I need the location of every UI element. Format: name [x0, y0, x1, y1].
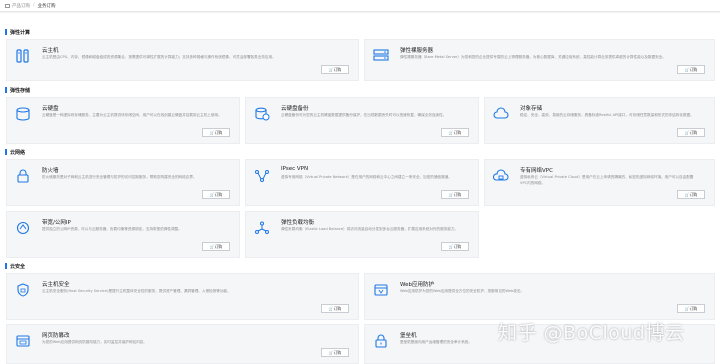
product-card-waf[interactable]: Web应用防护 Web应用防护为您的Web应用提供全方位的安全防护，抵御常见的W… — [364, 273, 715, 320]
section-title-text: 弹性计算 — [10, 29, 31, 36]
card-title: 对象存储 — [520, 106, 543, 112]
card-description: 提供独立的公网IP资源，可以与云服务器、负载均衡等资源绑定，支持带宽的弹性调整。 — [42, 227, 182, 231]
order-button[interactable]: 🛒 订购 — [202, 190, 230, 199]
card-title: 带宽/公网IP — [42, 220, 71, 226]
order-button-label: 订购 — [453, 243, 462, 249]
product-card-object-storage[interactable]: 对象存储 稳定、安全、高效、易用的云存储服务，具备标准Restful API接口… — [484, 97, 715, 144]
web-tamper-icon — [16, 335, 30, 347]
order-button[interactable]: 🛒 订购 — [202, 242, 230, 251]
order-button[interactable]: 🛒 订购 — [441, 190, 469, 199]
order-button[interactable]: 🛒 订购 — [677, 304, 705, 313]
card-description: 弹性负载均衡（Elastic Load Balance）将访问流量自动分发到多台… — [281, 227, 459, 231]
order-button-label: 订购 — [214, 191, 223, 197]
card-description: 为您的Web应用提供网页防篡改能力，实时监控并保护网站内容。 — [42, 340, 147, 344]
section-title-text: 云安全 — [10, 263, 26, 270]
section-accent-bar — [5, 149, 7, 155]
product-card-load-balancer[interactable]: 弹性负载均衡 弹性负载均衡（Elastic Load Balance）将访问流量… — [245, 211, 479, 258]
disk-backup-icon — [255, 107, 270, 121]
product-card-ipsec-vpn[interactable]: IPsec VPN 虚拟专用网络（Virtual Private Network… — [245, 159, 479, 206]
breadcrumb-item-business-order: 业务订购 — [37, 3, 56, 9]
breadcrumb: 产品订购 / 业务订购 — [0, 0, 720, 12]
order-button-label: 订购 — [333, 305, 342, 311]
bare-metal-icon — [373, 49, 389, 61]
firewall-icon — [17, 169, 29, 183]
section-title-text: 云网络 — [10, 149, 26, 156]
order-button-label: 订购 — [214, 243, 223, 249]
card-title: 堡垒机 — [400, 333, 417, 339]
order-button-label: 订购 — [453, 191, 462, 197]
product-card-host-security[interactable]: 云主机安全 云主机安全服务(Host Security Service)是提升主… — [6, 273, 359, 320]
breadcrumb-item-product-order[interactable]: 产品订购 — [12, 3, 30, 9]
card-title: Web应用防护 — [400, 282, 434, 288]
card-description: 虚拟专用网络（Virtual Private Network）是在用户的网络和云… — [281, 175, 452, 179]
order-button-label: 订购 — [689, 66, 698, 72]
card-description: 云主机是由CPU、内存、镜像和磁盘组成的资源集合，按需提供可弹性扩展的计算能力；… — [42, 55, 276, 59]
order-button[interactable]: 🛒 订购 — [321, 348, 349, 357]
product-card-bare-metal[interactable]: 弹性裸服务器 弹性裸服务器（Bare Metal Server）为您和您的企业提… — [364, 39, 715, 81]
card-title: 防火墙 — [42, 168, 59, 174]
order-button-label: 订购 — [453, 129, 462, 135]
product-card-firewall[interactable]: 防火墙 防火墙服务是对子网和云主机进行安全管理与防护的访问控制服务，帮助您构建安… — [6, 159, 240, 206]
card-title: 专有网络VPC — [520, 168, 553, 174]
product-card-web-tamper-protection[interactable]: 网页防篡改 为您的Web应用提供网页防篡改能力，实时监控并保护网站内容。 🛒 订… — [6, 324, 359, 364]
order-button[interactable]: 🛒 订购 — [677, 190, 705, 199]
order-button-label: 订购 — [214, 129, 223, 135]
card-title: 云主机安全 — [42, 282, 70, 288]
card-title: 弹性裸服务器 — [400, 48, 434, 54]
main-content: 弹性计算 云主机 云主机是由CPU、内存、镜像和磁盘组成的资源集合，按需提供可弹… — [0, 13, 720, 364]
section-accent-bar — [5, 87, 7, 93]
order-button[interactable]: 🛒 订购 — [677, 128, 705, 137]
order-button[interactable]: 🛒 订购 — [441, 128, 469, 137]
card-description: 稳定、安全、高效、易用的云存储服务，具备标准Restful API接口，可存储任… — [520, 113, 694, 117]
section-title-compute: 弹性计算 — [5, 28, 30, 36]
product-card-bandwidth[interactable]: 带宽/公网IP 提供独立的公网IP资源，可以与云服务器、负载均衡等资源绑定，支持… — [6, 211, 240, 258]
order-button[interactable]: 🛒 订购 — [677, 65, 705, 74]
home-icon[interactable] — [5, 3, 10, 8]
bandwidth-icon — [16, 221, 30, 235]
section-title-security: 云安全 — [5, 262, 25, 270]
breadcrumb-separator: / — [33, 3, 35, 8]
card-description: 防火墙服务是对子网和云主机进行安全管理与防护的访问控制服务，帮助您构建安全的网络… — [42, 175, 197, 179]
card-description: Web应用防护为您的Web应用提供全方位的安全防护，抵御常见的Web攻击。 — [400, 289, 525, 293]
card-title: 网页防篡改 — [42, 333, 70, 339]
load-balancer-icon — [255, 221, 269, 234]
bastion-icon — [375, 334, 387, 348]
order-button[interactable]: 🛒 订购 — [321, 304, 349, 313]
watermark: 知乎 @BoCloud博云 — [498, 322, 685, 344]
section-title-network: 云网络 — [5, 148, 25, 156]
section-title-text: 弹性存储 — [10, 87, 31, 94]
host-security-icon — [17, 283, 29, 297]
vpc-icon — [493, 169, 509, 181]
product-card-cloud-disk[interactable]: 云硬盘 云硬盘是一种虚拟块存储服务，主要为云主机提供块存储空间，用户可以在线创建… — [6, 97, 240, 144]
order-button[interactable]: 🛒 订购 — [202, 128, 230, 137]
server-icon — [16, 49, 29, 63]
card-description: 弹性裸服务器（Bare Metal Server）为您和您的企业提供专属的云上物… — [400, 55, 666, 59]
section-accent-bar — [5, 263, 7, 269]
card-description: 云硬盘是一种虚拟块存储服务，主要为云主机提供块存储空间，用户可以在线创建云硬盘并… — [42, 113, 222, 117]
disk-icon — [16, 107, 30, 121]
order-button-label: 订购 — [689, 305, 698, 311]
waf-icon — [374, 284, 388, 296]
section-title-storage: 弹性存储 — [5, 86, 30, 94]
card-title: 弹性负载均衡 — [281, 220, 315, 226]
product-card-cloud-host[interactable]: 云主机 云主机是由CPU、内存、镜像和磁盘组成的资源集合，按需提供可弹性扩展的计… — [6, 39, 359, 81]
order-button[interactable]: 🛒 订购 — [321, 65, 349, 74]
product-card-disk-backup[interactable]: 云硬盘备份 云硬盘备份可为您的云主机硬盘数据提供备份保护，在出现数据丢失时可以快… — [245, 97, 479, 144]
card-description: 云主机安全服务(Host Security Service)是提升主机整体安全性… — [42, 289, 231, 293]
order-button-label: 订购 — [689, 129, 698, 135]
card-title: IPsec VPN — [281, 166, 309, 172]
card-title: 云主机 — [42, 48, 59, 54]
vpn-icon — [255, 170, 269, 182]
section-accent-bar — [5, 29, 7, 35]
card-title: 云硬盘 — [42, 106, 59, 112]
order-button-label: 订购 — [333, 66, 342, 72]
product-card-vpc[interactable]: 专有网络VPC 虚拟私有云（Virtual Private Cloud）是用户在… — [484, 159, 715, 206]
order-button-label: 订购 — [333, 349, 342, 355]
card-title: 云硬盘备份 — [281, 106, 309, 112]
object-storage-icon — [493, 107, 509, 119]
card-description: 虚拟私有云（Virtual Private Cloud）是用户在云上申请的隔离的… — [520, 175, 694, 185]
order-button-label: 订购 — [689, 191, 698, 197]
card-description: 云硬盘备份可为您的云主机硬盘数据提供备份保护，在出现数据丢失时可以快速恢复，确保… — [281, 113, 447, 117]
order-button[interactable]: 🛒 订购 — [441, 242, 469, 251]
